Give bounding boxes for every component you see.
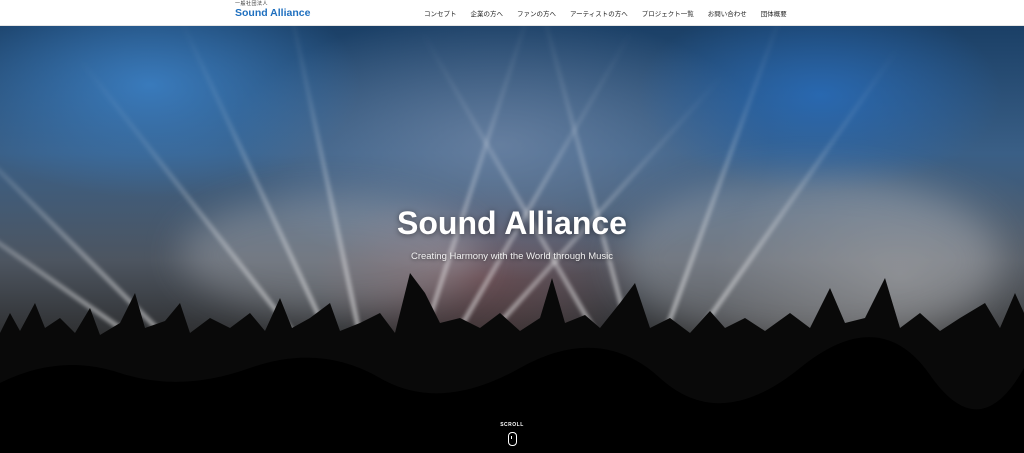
- nav-item-for-fans[interactable]: ファンの方へ: [517, 8, 556, 18]
- site-header: 一般社団法人 Sound Alliance コンセプト 企業の方へ ファンの方へ…: [0, 0, 1024, 26]
- nav-item-projects[interactable]: プロジェクト一覧: [642, 8, 694, 18]
- hero-subtitle: Creating Harmony with the World through …: [410, 251, 614, 262]
- nav-item-about[interactable]: 団体概要: [761, 8, 787, 18]
- hero-section: Sound Alliance Creating Harmony with the…: [0, 25, 1024, 453]
- mouse-scroll-icon: [507, 432, 517, 446]
- hero-title: Sound Alliance: [397, 205, 627, 241]
- nav-item-contact[interactable]: お問い合わせ: [708, 8, 747, 18]
- site-logo[interactable]: 一般社団法人 Sound Alliance: [235, 2, 310, 19]
- nav-item-for-companies[interactable]: 企業の方へ: [471, 8, 504, 18]
- nav-item-for-artists[interactable]: アーティストの方へ: [570, 8, 628, 18]
- logo-title: Sound Alliance: [235, 7, 311, 19]
- nav-item-concept[interactable]: コンセプト: [424, 8, 457, 18]
- scroll-indicator[interactable]: SCROLL: [497, 422, 527, 446]
- scroll-label: SCROLL: [500, 422, 524, 428]
- main-nav: コンセプト 企業の方へ ファンの方へ アーティストの方へ プロジェクト一覧 お問…: [424, 0, 787, 25]
